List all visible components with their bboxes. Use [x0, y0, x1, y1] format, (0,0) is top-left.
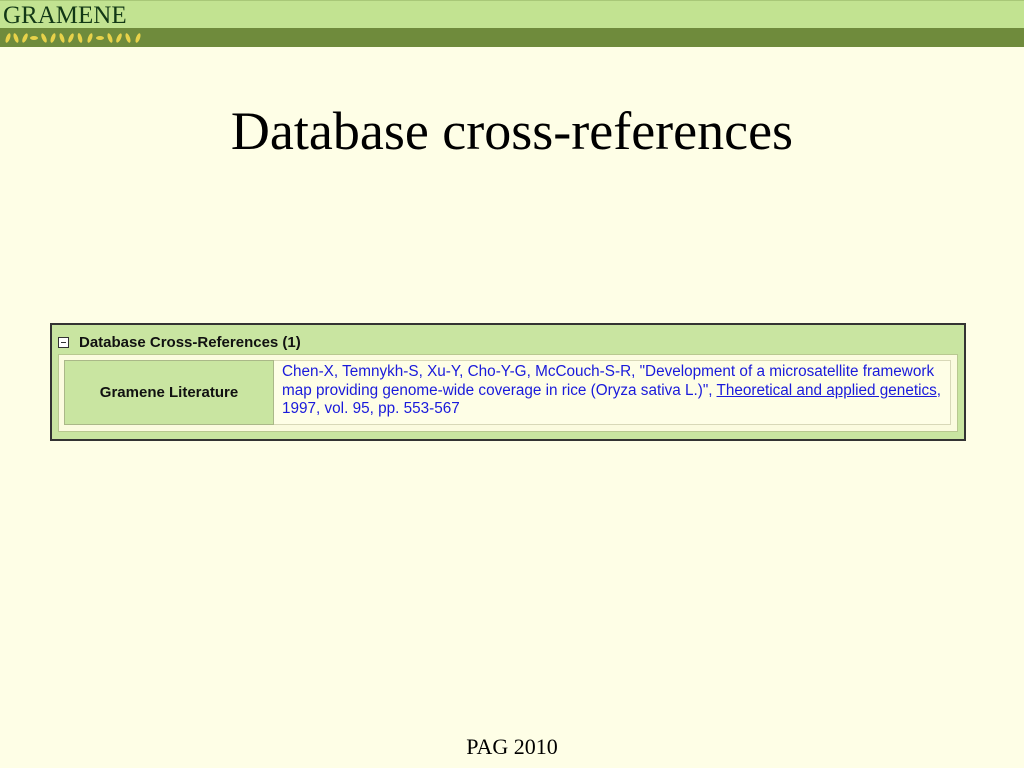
reference-citation: Chen-X, Temnykh-S, Xu-Y, Cho-Y-G, McCouc… — [274, 360, 951, 425]
reference-source-label: Gramene Literature — [64, 360, 274, 425]
cross-references-panel: Database Cross-References (1) Gramene Li… — [50, 323, 966, 441]
slide-title: Database cross-references — [230, 101, 794, 161]
journal-link[interactable]: Theoretical and applied genetics — [717, 382, 937, 399]
panel-heading: Database Cross-References (1) — [79, 334, 301, 351]
panel-header: Database Cross-References (1) — [58, 334, 301, 351]
slide-footer: PAG 2010 — [466, 734, 558, 759]
grain-icon — [5, 33, 141, 43]
collapse-toggle-icon[interactable] — [58, 337, 69, 348]
gramene-logo: GRAMENE — [3, 2, 127, 29]
references-table: Gramene Literature Chen-X, Temnykh-S, Xu… — [58, 354, 958, 432]
header-band-dark — [0, 28, 1024, 47]
header-band-light — [0, 0, 1024, 28]
